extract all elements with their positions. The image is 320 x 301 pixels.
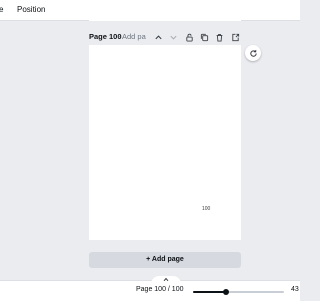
refresh-button[interactable] xyxy=(245,45,261,61)
zoom-slider-thumb[interactable] xyxy=(222,289,229,295)
toolbar-item-partial[interactable]: e xyxy=(0,0,3,20)
page-header: Page 100 - Add pa xyxy=(89,31,241,43)
chevron-down-icon[interactable] xyxy=(168,32,178,42)
page-label: Page 100 xyxy=(89,32,122,41)
zoom-slider-fill xyxy=(193,291,226,293)
page-number-text[interactable]: 100 xyxy=(202,206,210,212)
chevron-up-icon[interactable] xyxy=(153,32,163,42)
page-canvas[interactable]: 100 xyxy=(89,45,241,240)
page-counter[interactable]: Page 100 / 100 xyxy=(136,286,184,293)
chevron-up-icon xyxy=(163,277,169,282)
page-title-separator: - xyxy=(118,32,121,41)
duplicate-icon[interactable] xyxy=(199,32,209,42)
position-button[interactable]: Position xyxy=(17,0,45,20)
lock-icon[interactable] xyxy=(184,32,194,42)
zoom-level[interactable]: 43 xyxy=(291,286,299,293)
collapse-pages-button[interactable] xyxy=(151,276,181,284)
zoom-slider[interactable] xyxy=(193,289,284,295)
page-title-input[interactable]: Add pa xyxy=(122,31,146,43)
refresh-icon xyxy=(249,49,257,57)
add-page-button[interactable]: + Add page xyxy=(89,252,241,268)
trash-icon[interactable] xyxy=(214,32,224,42)
previous-page-edge[interactable] xyxy=(89,18,241,21)
add-page-icon[interactable] xyxy=(230,32,240,42)
